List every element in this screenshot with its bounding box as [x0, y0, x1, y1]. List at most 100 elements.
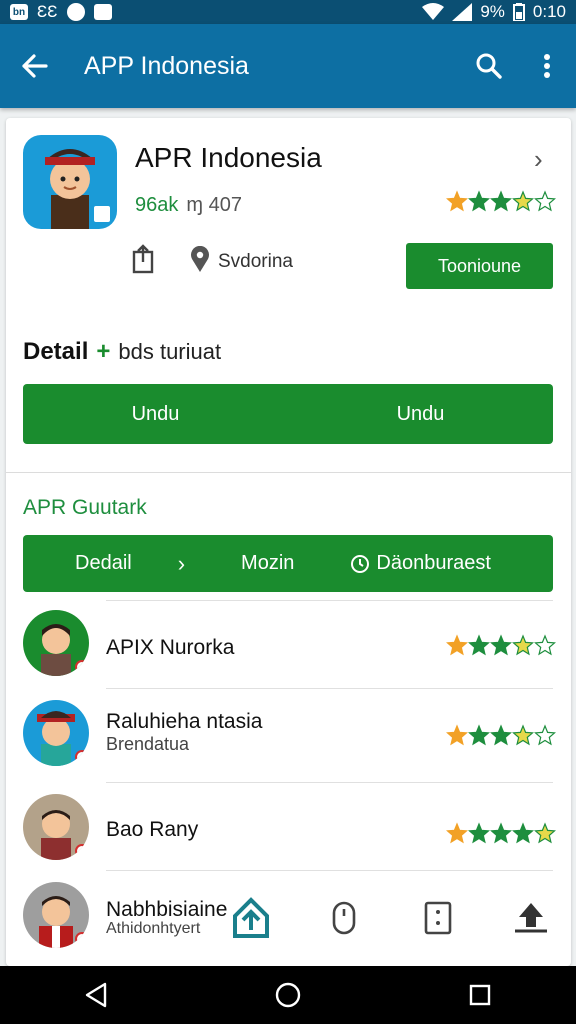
nav-back-button[interactable]: [66, 970, 126, 1020]
mouse-icon: [333, 901, 356, 935]
rating-stars: [446, 822, 556, 844]
star-icon: [468, 724, 490, 746]
list-item-subtitle: Brendatua: [106, 734, 190, 754]
notification-icon: bn: [10, 4, 28, 20]
star-icon: [490, 190, 512, 212]
chevron-right-icon[interactable]: ›: [178, 551, 185, 577]
system-navigation-bar: [0, 966, 576, 1024]
star-icon: [446, 190, 468, 212]
star-icon: [446, 822, 468, 844]
tab-detail[interactable]: Dedail: [75, 552, 132, 575]
arrow-left-icon: [22, 54, 48, 78]
star-icon: [468, 634, 490, 656]
list-item-title: Raluhieha ntasia: [106, 710, 263, 733]
overflow-menu-button[interactable]: [518, 24, 576, 108]
nav-recents-button[interactable]: [450, 970, 510, 1020]
search-icon: [476, 53, 502, 79]
location-pin: [190, 245, 210, 277]
location-text: Svdorina: [218, 251, 293, 272]
list-item[interactable]: Raluhieha ntasia Brendatua: [6, 688, 571, 776]
download-button-bar[interactable]: Undu Undu: [23, 384, 553, 444]
home-upload-button[interactable]: [226, 893, 276, 943]
back-triangle-icon: [85, 982, 107, 1008]
star-icon: [534, 190, 556, 212]
share-button[interactable]: [130, 244, 156, 279]
share-icon: [132, 244, 154, 274]
star-icon: [468, 822, 490, 844]
star-icon: [534, 822, 556, 844]
clock-icon: [351, 554, 370, 573]
battery-percent: 9%: [480, 2, 505, 21]
upload-icon: [514, 903, 547, 933]
back-button[interactable]: [0, 24, 68, 108]
star-icon: [534, 634, 556, 656]
flag-badge-icon: [75, 660, 89, 674]
tablet-icon: [424, 901, 451, 935]
download-right-button[interactable]: Undu: [288, 403, 553, 426]
star-icon: [512, 634, 534, 656]
star-icon: [446, 724, 468, 746]
app-icon[interactable]: [23, 135, 117, 229]
rating-stars: [446, 634, 556, 656]
detail-subtitle: bds turiuat: [118, 339, 222, 364]
battery-icon: [512, 3, 525, 21]
list-item-subtitle: Athidonhtyert: [106, 920, 201, 937]
plus-icon: +: [96, 338, 111, 365]
download-left-button[interactable]: Undu: [23, 403, 288, 426]
star-icon: [446, 634, 468, 656]
star-icon: [468, 190, 490, 212]
star-icon: [490, 822, 512, 844]
location-pin-icon: [191, 245, 209, 272]
tab-strip: Dedail › Mozin Däonburaest: [23, 535, 553, 592]
upload-button[interactable]: [506, 893, 556, 943]
list-separator: [106, 782, 553, 783]
detail-heading: Detail + bds turiuat: [23, 338, 221, 366]
recents-square-icon: [469, 984, 491, 1006]
meta-tag: 96ak: [135, 194, 179, 216]
list-item-title: Nabhbisiaine: [106, 898, 228, 921]
rating-stars: [446, 190, 556, 212]
star-icon: [512, 822, 534, 844]
more-vert-icon: [544, 54, 550, 78]
flag-badge-icon: [75, 932, 89, 946]
status-bar: bn ƐƐ 9% 0:10: [0, 0, 576, 24]
home-upload-icon: [233, 897, 269, 938]
app-name: APR Indonesia: [135, 142, 322, 173]
wifi-icon: [422, 3, 445, 20]
detail-title: Detail: [23, 338, 89, 365]
tab-more[interactable]: Mozin: [241, 552, 294, 575]
chevron-right-icon[interactable]: ›: [534, 144, 543, 175]
flag-badge-icon: [75, 750, 89, 764]
avatar: [23, 794, 89, 860]
tab-download-label: Däonburaest: [376, 552, 491, 574]
section-title: APR Guutark: [23, 496, 147, 519]
list-item-title: APIX Nurorka: [106, 636, 235, 659]
mouse-button[interactable]: [319, 893, 369, 943]
install-button[interactable]: Toonioune: [406, 243, 553, 289]
home-circle-icon: [275, 982, 301, 1008]
app-bar: APP Indonesia: [0, 24, 576, 108]
app-detail-card: APR Indonesia › 96ak ɱ 407 Svdorina Toon…: [6, 118, 571, 966]
app-badge-icon: [91, 203, 113, 225]
app-bar-title: APP Indonesia: [84, 51, 249, 80]
list-item[interactable]: Bao Rany: [6, 782, 571, 870]
rating-stars: [446, 724, 556, 746]
list-item-title: Bao Rany: [106, 818, 199, 841]
star-icon: [490, 634, 512, 656]
list-item[interactable]: APIX Nurorka: [6, 600, 571, 688]
clock: 0:10: [532, 2, 566, 21]
status-left-text: ƐƐ: [37, 2, 58, 21]
section-divider: [6, 472, 571, 473]
tablet-button[interactable]: [413, 893, 463, 943]
star-icon: [512, 190, 534, 212]
flag-badge-icon: [75, 844, 89, 858]
star-icon: [490, 724, 512, 746]
tab-download[interactable]: Däonburaest: [350, 552, 491, 575]
bottom-toolbar: [226, 890, 556, 946]
shield-notification-icon: [93, 4, 112, 20]
nav-home-button[interactable]: [258, 970, 318, 1020]
star-icon: [534, 724, 556, 746]
search-button[interactable]: [460, 24, 518, 108]
list-separator: [106, 870, 553, 871]
avatar: [23, 610, 89, 676]
